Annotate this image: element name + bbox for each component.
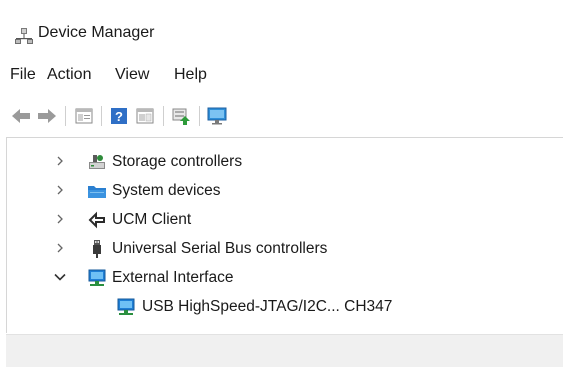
scan-hardware-button[interactable] bbox=[206, 105, 228, 127]
usb-c-icon bbox=[88, 211, 105, 229]
properties-pane-button[interactable] bbox=[134, 105, 156, 127]
tree-item-label: System devices bbox=[112, 182, 221, 199]
device-manager-icon bbox=[15, 28, 33, 44]
folder-icon bbox=[88, 186, 106, 198]
tree-item-label: Storage controllers bbox=[112, 153, 243, 170]
help-icon: ? bbox=[111, 108, 127, 124]
toolbar-separator bbox=[101, 106, 102, 126]
title-bar: Device Manager bbox=[0, 0, 563, 56]
tree-item-label: External Interface bbox=[112, 269, 234, 286]
menu-view[interactable]: View bbox=[115, 66, 149, 84]
menu-bar: File Action View Help bbox=[0, 62, 563, 92]
properties-button[interactable] bbox=[73, 105, 95, 127]
monitor-network-icon bbox=[117, 298, 135, 315]
tree-item-external-interface[interactable]: External Interface bbox=[7, 266, 558, 290]
toolbar: ? bbox=[0, 101, 563, 131]
monitor-network-icon bbox=[88, 269, 106, 286]
tree-item-label: USB HighSpeed-JTAG/I2C... CH347 bbox=[142, 298, 393, 315]
chevron-right-icon[interactable] bbox=[53, 154, 67, 168]
scan-hardware-icon bbox=[207, 107, 227, 125]
tree-item-usb-controllers[interactable]: Universal Serial Bus controllers bbox=[7, 237, 558, 261]
chevron-right-icon[interactable] bbox=[53, 241, 67, 255]
window-title: Device Manager bbox=[38, 24, 155, 41]
back-button[interactable] bbox=[10, 105, 32, 127]
menu-action[interactable]: Action bbox=[47, 66, 91, 84]
toolbar-separator bbox=[65, 106, 66, 126]
tree-item-label: UCM Client bbox=[112, 211, 192, 228]
tree-item-label: Universal Serial Bus controllers bbox=[112, 240, 328, 257]
chevron-down-icon[interactable] bbox=[53, 270, 67, 284]
update-driver-icon bbox=[172, 108, 190, 125]
svg-text:?: ? bbox=[115, 109, 123, 124]
device-tree[interactable]: Storage controllers System devices UCM C… bbox=[6, 137, 563, 333]
status-bar bbox=[6, 334, 563, 367]
toolbar-separator bbox=[163, 106, 164, 126]
forward-button[interactable] bbox=[36, 105, 58, 127]
storage-controller-icon bbox=[89, 155, 105, 169]
tree-item-system-devices[interactable]: System devices bbox=[7, 179, 558, 203]
tree-item-ucm-client[interactable]: UCM Client bbox=[7, 208, 558, 232]
toolbar-separator bbox=[199, 106, 200, 126]
chevron-right-icon[interactable] bbox=[53, 183, 67, 197]
properties-pane-icon bbox=[136, 108, 154, 124]
chevron-right-icon[interactable] bbox=[53, 212, 67, 226]
tree-item-usb-highspeed-jtag[interactable]: USB HighSpeed-JTAG/I2C... CH347 bbox=[7, 295, 558, 319]
help-button[interactable]: ? bbox=[108, 105, 130, 127]
menu-help[interactable]: Help bbox=[174, 66, 207, 84]
menu-file[interactable]: File bbox=[10, 66, 36, 84]
update-driver-button[interactable] bbox=[170, 105, 192, 127]
usb-plug-icon bbox=[93, 240, 101, 258]
forward-arrow-icon bbox=[38, 109, 56, 123]
back-arrow-icon bbox=[12, 109, 30, 123]
properties-icon bbox=[75, 108, 93, 124]
tree-item-storage-controllers[interactable]: Storage controllers bbox=[7, 150, 558, 174]
